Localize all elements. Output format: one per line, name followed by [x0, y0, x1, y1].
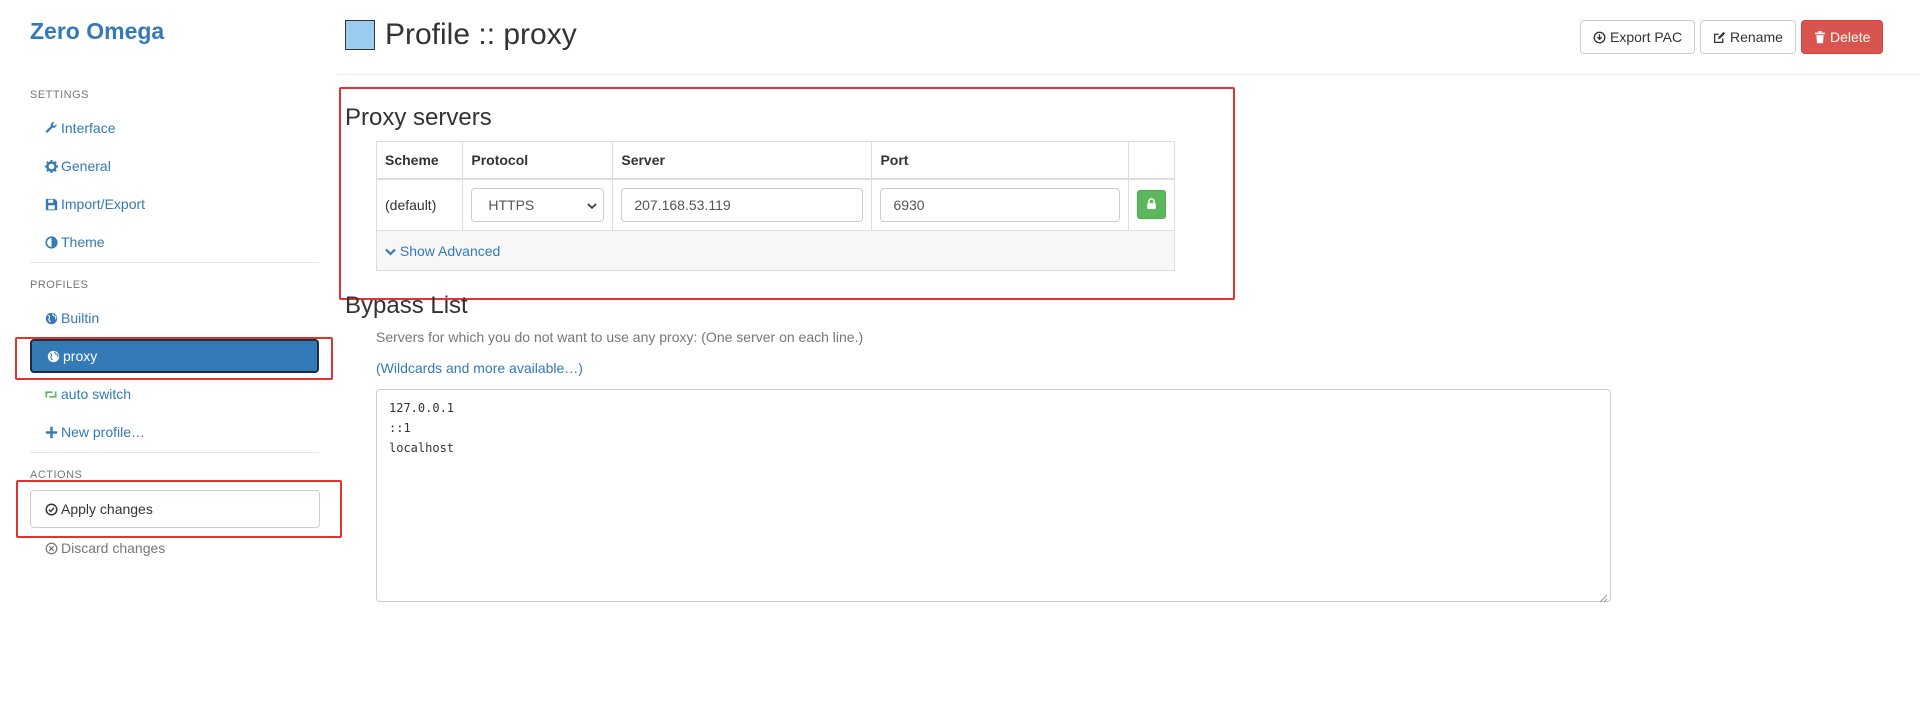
- auth-cell: [1127, 178, 1176, 231]
- floppy-icon: [44, 197, 58, 211]
- rename-button[interactable]: Rename: [1700, 20, 1796, 54]
- sidebar-item-label: proxy: [63, 348, 98, 364]
- lock-icon: [1146, 197, 1157, 213]
- auth-lock-button[interactable]: [1136, 190, 1166, 220]
- globe-icon: [46, 349, 60, 363]
- check-circle-icon: [45, 502, 58, 516]
- proxy-servers-title: Proxy servers: [345, 104, 492, 131]
- resize-grip-icon[interactable]: [1598, 589, 1608, 603]
- bypass-help-text: Servers for which you do not want to use…: [376, 329, 864, 345]
- globe-icon: [44, 311, 58, 325]
- sidebar-item-label: Builtin: [61, 310, 100, 326]
- profile-color-swatch[interactable]: [345, 20, 375, 50]
- retweet-icon: [44, 387, 58, 401]
- wildcards-link[interactable]: (Wildcards and more available…): [376, 360, 583, 376]
- sidebar-item-interface[interactable]: Interface: [30, 111, 319, 145]
- trash-icon: [1814, 30, 1826, 44]
- export-pac-label: Export PAC: [1610, 29, 1683, 45]
- apply-changes-button[interactable]: Apply changes: [30, 490, 320, 528]
- sidebar: Zero Omega SETTINGS Interface General Im…: [0, 0, 336, 706]
- show-advanced-cell: Show Advanced: [376, 230, 1175, 271]
- server-input[interactable]: 207.168.53.119: [621, 187, 864, 222]
- sidebar-item-builtin[interactable]: Builtin: [30, 301, 319, 335]
- rename-label: Rename: [1730, 29, 1783, 45]
- sidebar-item-label: New profile…: [61, 424, 146, 440]
- table-header-row: Scheme Protocol Server Port: [375, 141, 1176, 180]
- export-pac-button[interactable]: Export PAC: [1580, 20, 1696, 54]
- show-advanced-link[interactable]: Show Advanced: [385, 243, 500, 259]
- column-header-actions: [1127, 141, 1176, 180]
- sidebar-divider: [30, 452, 319, 453]
- port-input[interactable]: 6930: [880, 187, 1120, 222]
- show-advanced-row: Show Advanced: [376, 230, 1175, 271]
- discard-changes-label: Discard changes: [61, 540, 166, 556]
- wrench-icon: [44, 121, 58, 135]
- page-title: Profile :: proxy: [385, 18, 577, 51]
- profiles-header: PROFILES: [30, 279, 89, 291]
- sidebar-item-label: Import/Export: [61, 196, 146, 212]
- column-header-scheme: Scheme: [375, 141, 464, 180]
- proxy-servers-table: Scheme Protocol Server Port (default) HT…: [375, 141, 1176, 271]
- sidebar-item-label: Interface: [61, 120, 116, 136]
- close-circle-icon: [44, 541, 58, 555]
- gear-icon: [44, 159, 58, 173]
- bypass-list-textarea[interactable]: 127.0.0.1 ::1 localhost: [376, 389, 1611, 603]
- chevron-down-icon: [587, 197, 597, 213]
- column-header-protocol: Protocol: [462, 141, 614, 180]
- plus-icon: [44, 425, 58, 439]
- sidebar-item-label: Theme: [61, 234, 105, 250]
- sidebar-item-label: auto switch: [61, 386, 132, 402]
- header-divider: [336, 74, 1920, 75]
- table-row: (default) HTTPS 207.168.53.119 6930: [375, 178, 1176, 231]
- settings-header: SETTINGS: [30, 89, 90, 101]
- apply-changes-label: Apply changes: [61, 501, 153, 517]
- protocol-select-value: HTTPS: [488, 196, 535, 213]
- bypass-list-title: Bypass List: [345, 292, 468, 319]
- delete-label: Delete: [1830, 29, 1871, 45]
- sidebar-item-theme[interactable]: Theme: [30, 225, 319, 259]
- actions-header: ACTIONS: [30, 469, 83, 481]
- protocol-cell: HTTPS: [462, 178, 614, 231]
- sidebar-divider: [30, 262, 319, 263]
- delete-button[interactable]: Delete: [1801, 20, 1884, 54]
- column-header-server: Server: [612, 141, 873, 180]
- chevron-down-icon: [385, 243, 400, 259]
- edit-icon: [1713, 31, 1726, 44]
- protocol-select[interactable]: HTTPS: [471, 187, 605, 222]
- port-cell: 6930: [871, 178, 1129, 231]
- column-header-port: Port: [871, 141, 1129, 180]
- bypass-list-text: 127.0.0.1 ::1 localhost: [389, 401, 455, 455]
- sidebar-item-import-export[interactable]: Import/Export: [30, 187, 319, 221]
- contrast-icon: [44, 235, 58, 249]
- scheme-cell: (default): [375, 178, 464, 231]
- sidebar-item-new-profile[interactable]: New profile…: [30, 415, 319, 449]
- show-advanced-label: Show Advanced: [399, 242, 501, 259]
- discard-changes-button[interactable]: Discard changes: [30, 531, 319, 565]
- brand-logo[interactable]: Zero Omega: [30, 18, 164, 45]
- sidebar-item-auto-switch[interactable]: auto switch: [30, 377, 319, 411]
- sidebar-item-general[interactable]: General: [30, 149, 319, 183]
- sidebar-item-label: General: [61, 158, 111, 174]
- server-cell: 207.168.53.119: [612, 178, 873, 231]
- sidebar-item-proxy[interactable]: proxy: [30, 339, 319, 373]
- download-icon: [1593, 31, 1606, 44]
